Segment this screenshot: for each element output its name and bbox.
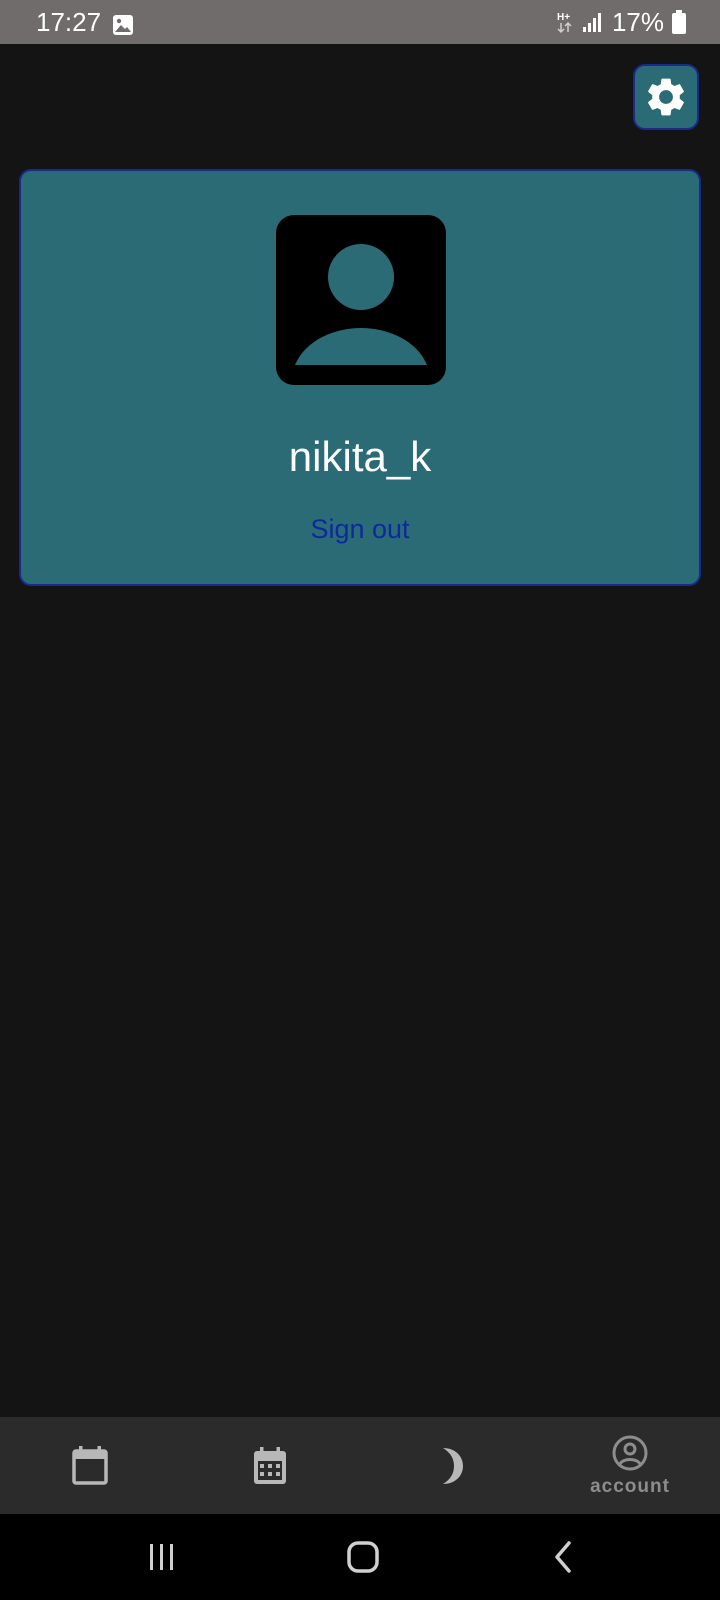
- svg-text:H+: H+: [557, 12, 570, 23]
- moon-icon: [443, 1447, 463, 1484]
- nav-label-account: account: [590, 1475, 670, 1497]
- bottom-nav: account: [0, 1417, 720, 1514]
- battery-percent: 17%: [611, 7, 664, 37]
- gear-icon: [648, 78, 684, 116]
- status-right-group: H+ 17%: [556, 8, 686, 36]
- back-icon: [555, 1541, 571, 1573]
- account-circle-icon: [612, 1435, 648, 1470]
- calendar-grid-icon: [254, 1446, 286, 1484]
- account-card: nikita_k Sign out: [19, 169, 701, 586]
- username: nikita_k: [288, 433, 432, 480]
- person-icon: [295, 244, 427, 365]
- calendar-blank-icon: [72, 1445, 108, 1485]
- system-nav-bar: [0, 1514, 720, 1600]
- home-button[interactable]: [333, 1532, 393, 1582]
- nav-item-sleep[interactable]: [360, 1417, 540, 1514]
- home-icon: [347, 1541, 379, 1573]
- status-time: 17:27: [36, 7, 102, 37]
- nav-item-account[interactable]: account: [540, 1417, 720, 1514]
- network-hplus-icon: H+: [557, 12, 572, 34]
- sign-out-link[interactable]: Sign out: [310, 513, 409, 545]
- screen: 17:27 H+ 17% nikita_k Sign out account: [0, 0, 720, 1600]
- status-bar: 17:27 H+ 17%: [0, 0, 720, 44]
- back-button[interactable]: [534, 1532, 594, 1582]
- recent-apps-button[interactable]: [132, 1532, 192, 1582]
- nav-item-calendar[interactable]: [0, 1417, 180, 1514]
- gallery-icon: [113, 15, 133, 35]
- battery-icon: [672, 10, 686, 34]
- nav-item-calendar-month[interactable]: [180, 1417, 360, 1514]
- recent-apps-icon: [150, 1544, 173, 1570]
- avatar: [276, 215, 446, 385]
- settings-button[interactable]: [633, 64, 699, 130]
- signal-icon: [582, 13, 601, 32]
